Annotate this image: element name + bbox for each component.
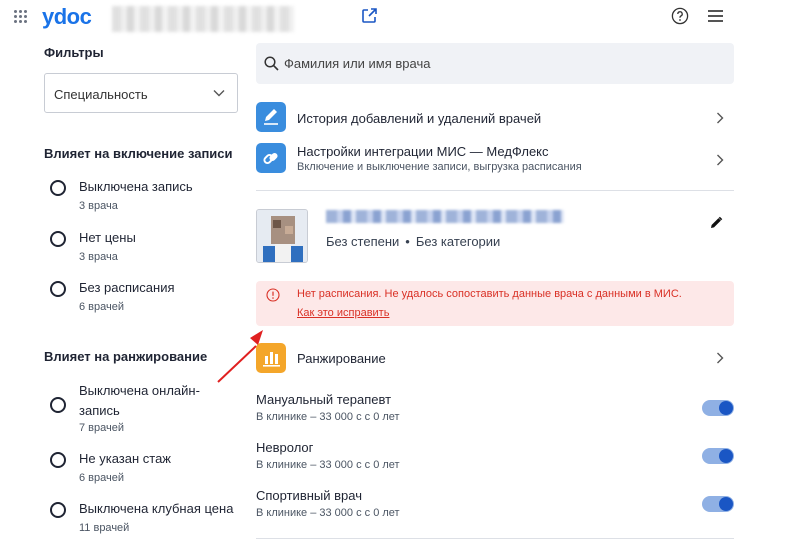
info-icon bbox=[266, 288, 280, 302]
specialty-name: Спортивный врач bbox=[256, 488, 362, 503]
specialty-select-label: Специальность bbox=[54, 87, 148, 102]
ranking-icon bbox=[256, 343, 286, 373]
filter-count: 3 врача bbox=[79, 200, 118, 212]
section-title-ranking: Влияет на ранжирование bbox=[44, 349, 208, 364]
doctor-name-redacted[interactable] bbox=[326, 210, 564, 223]
specialty-name: Мануальный терапевт bbox=[256, 392, 392, 407]
section-title-booking: Влияет на включение записи bbox=[44, 146, 233, 161]
specialty-toggle[interactable] bbox=[702, 496, 734, 512]
filters-sidebar: Фильтры Специальность Влияет на включени… bbox=[0, 34, 250, 545]
doctor-photo[interactable] bbox=[256, 209, 308, 263]
radio-button[interactable] bbox=[50, 231, 66, 247]
specialty-row: Невролог В клинике – 33 000 с с 0 лет bbox=[256, 440, 734, 472]
filter-count: 3 врача bbox=[79, 251, 118, 263]
chevron-right-icon[interactable] bbox=[716, 352, 724, 364]
specialty-row: Мануальный терапевт В клинике – 33 000 с… bbox=[256, 392, 734, 424]
toggle-knob bbox=[719, 401, 733, 415]
filter-label: Выключена запись bbox=[79, 179, 193, 194]
history-link[interactable]: История добавлений и удалений врачей bbox=[256, 102, 734, 134]
integration-link-title: Настройки интеграции МИС — МедФлекс bbox=[297, 144, 549, 159]
divider bbox=[256, 538, 734, 539]
pencil-icon[interactable] bbox=[709, 216, 723, 230]
pencil-square-icon bbox=[256, 102, 286, 132]
doctor-category: Без категории bbox=[415, 234, 501, 249]
filter-label: Нет цены bbox=[79, 230, 136, 245]
specialty-toggle[interactable] bbox=[702, 448, 734, 464]
chevron-down-icon bbox=[213, 90, 225, 97]
radio-button[interactable] bbox=[50, 452, 66, 468]
radio-button[interactable] bbox=[50, 281, 66, 297]
specialty-price: В клинике – 33 000 с с 0 лет bbox=[256, 459, 400, 471]
specialty-toggle[interactable] bbox=[702, 400, 734, 416]
logo[interactable]: ydoc bbox=[42, 4, 92, 30]
apps-grid-icon[interactable] bbox=[14, 10, 28, 24]
meta-separator: • bbox=[405, 234, 410, 249]
specialty-price: В клинике – 33 000 с с 0 лет bbox=[256, 411, 400, 423]
doctor-degree: Без степени bbox=[326, 234, 400, 249]
radio-button[interactable] bbox=[50, 397, 66, 413]
specialty-select[interactable]: Специальность bbox=[44, 73, 238, 113]
external-link-icon[interactable] bbox=[360, 7, 378, 25]
how-to-fix-link[interactable]: Как это исправить bbox=[297, 307, 389, 319]
chevron-right-icon bbox=[717, 154, 724, 166]
alert-message: Нет расписания. Не удалось сопоставить д… bbox=[297, 288, 682, 300]
top-header: ydoc bbox=[0, 0, 800, 34]
specialty-name: Невролог bbox=[256, 440, 314, 455]
main-content: Фамилия или имя врача История добавлений… bbox=[256, 34, 734, 545]
integration-link-subtitle: Включение и выключение записи, выгрузка … bbox=[297, 161, 582, 173]
toggle-knob bbox=[719, 497, 733, 511]
filter-label: Не указан стаж bbox=[79, 451, 172, 466]
divider bbox=[256, 190, 734, 191]
search-icon bbox=[264, 56, 279, 71]
integration-settings-link[interactable]: Настройки интеграции МИС — МедФлекс Вклю… bbox=[256, 142, 734, 176]
clinic-name-redacted bbox=[112, 6, 294, 32]
search-placeholder: Фамилия или имя врача bbox=[284, 56, 431, 71]
specialty-price: В клинике – 33 000 с с 0 лет bbox=[256, 507, 400, 519]
menu-icon[interactable] bbox=[708, 10, 723, 22]
chevron-right-icon bbox=[717, 112, 724, 124]
history-link-label: История добавлений и удалений врачей bbox=[297, 111, 542, 126]
filter-count: 7 врачей bbox=[79, 422, 125, 434]
specialty-row: Спортивный врач В клинике – 33 000 с с 0… bbox=[256, 488, 734, 520]
filter-label: Выключена онлайн-запись bbox=[79, 383, 200, 418]
help-icon[interactable] bbox=[671, 7, 689, 25]
filter-label: Без расписания bbox=[79, 280, 175, 295]
filter-count: 6 врачей bbox=[79, 301, 125, 313]
doctor-search-input[interactable]: Фамилия или имя врача bbox=[256, 43, 734, 84]
toggle-knob bbox=[719, 449, 733, 463]
no-schedule-alert: Нет расписания. Не удалось сопоставить д… bbox=[256, 281, 734, 326]
ranking-link[interactable]: Ранжирование bbox=[297, 351, 386, 366]
filters-title: Фильтры bbox=[44, 45, 104, 60]
filter-label: Выключена клубная цена bbox=[79, 501, 234, 516]
filter-count: 11 врачей bbox=[79, 522, 130, 534]
radio-button[interactable] bbox=[50, 180, 66, 196]
filter-count: 6 врачей bbox=[79, 472, 125, 484]
link-icon bbox=[256, 143, 286, 173]
doctor-meta: Без степени • Без категории bbox=[326, 234, 500, 249]
radio-button[interactable] bbox=[50, 502, 66, 518]
